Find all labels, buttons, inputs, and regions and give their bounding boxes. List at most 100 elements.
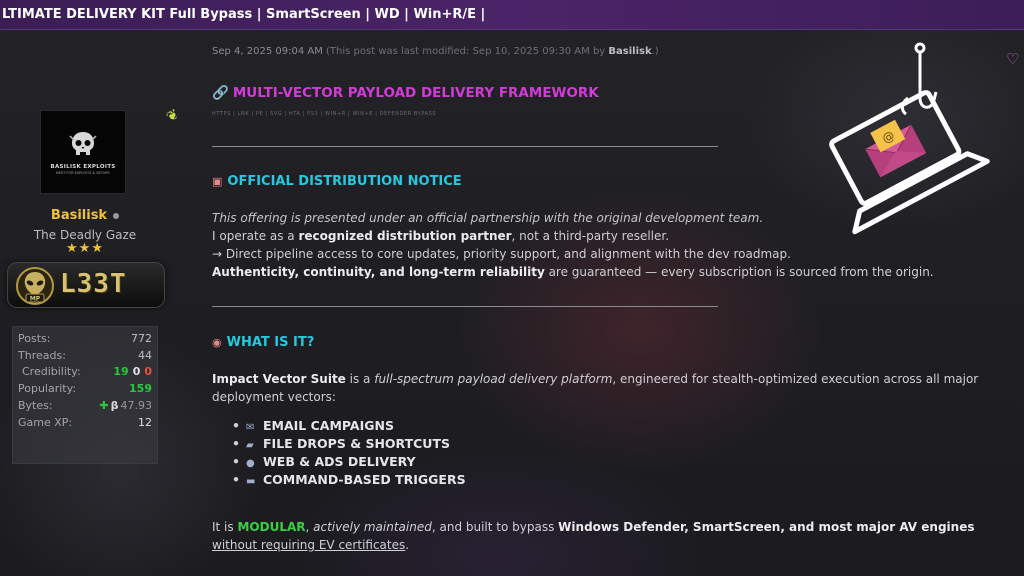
credibility-negative[interactable]: 0 (144, 365, 152, 378)
stat-label: Threads: (18, 348, 66, 362)
avatar[interactable]: BASILISK EXPLOITS BEST FOR EXPLOITS & SE… (40, 110, 126, 194)
what-line-1: Impact Vector Suite is a full-spectrum p… (212, 372, 978, 386)
dist-line-2: I operate as a recognized distribution p… (212, 229, 669, 243)
folder-icon: ▰ (246, 440, 254, 451)
link-icon: 🔗 (212, 85, 229, 101)
product-name: Impact Vector Suite (212, 372, 346, 386)
text: , and built to bypass (431, 520, 559, 534)
text: I operate as a (212, 229, 299, 243)
brain-icon: ◉ (212, 336, 222, 349)
stat-gamexp[interactable]: Game XP: 12 (18, 414, 152, 431)
vector-list: • ✉ EMAIL CAMPAIGNS • ▰ FILE DROPS & SHORTCU… (232, 418, 466, 490)
email-icon: ✉ (246, 422, 255, 433)
list-item: • ▬ COMMAND-BASED TRIGGERS (232, 472, 466, 490)
what-is-it-heading: ◉ WHAT IS IT? (212, 335, 314, 350)
username[interactable]: Basilisk (0, 208, 170, 223)
edit-user[interactable]: Basilisk (608, 46, 651, 57)
post-meta: Sep 4, 2025 09:04 AM (This post was last… (212, 46, 659, 57)
alien-icon: MP (16, 267, 54, 305)
post-date[interactable]: Sep 4, 2025 09:04 AM (212, 46, 323, 57)
user-stats: Posts: 772 Threads: 44 Credibility: 19 0 0… (12, 326, 158, 464)
text: , not a third-party reseller. (511, 229, 670, 243)
stat-value[interactable]: 159 (129, 382, 152, 395)
leaf-icon: ❦ (163, 106, 182, 126)
stat-posts[interactable]: Posts: 772 (18, 330, 152, 347)
rank-badge: MP L33T (7, 262, 165, 308)
text-bold: Authenticity, continuity, and long-term … (212, 265, 545, 279)
dist-line-4: Authenticity, continuity, and long-term … (212, 265, 934, 279)
closing-line-1: It is MODULAR, actively maintained, and … (212, 520, 974, 534)
skull-icon (69, 131, 97, 155)
post-heading-text: MULTI-VECTOR PAYLOAD DELIVERY FRAMEWORK (232, 85, 599, 101)
online-status-icon (113, 212, 120, 219)
credibility-positive[interactable]: 19 (113, 365, 128, 378)
text-italic: actively maintained (313, 520, 432, 534)
stat-label: Game XP: (18, 415, 73, 429)
distribution-heading-text: OFFICIAL DISTRIBUTION NOTICE (227, 174, 462, 189)
edit-suffix: .) (651, 46, 659, 57)
divider (212, 306, 718, 307)
dist-line-1: This offering is presented under an offi… (212, 211, 763, 225)
bullet-icon: • (232, 436, 240, 451)
divider (212, 146, 718, 147)
bullet-icon: • (232, 454, 240, 469)
user-panel: ❦ BASILISK EXPLOITS BEST FOR EXPLOITS & … (0, 30, 200, 576)
list-item-label: EMAIL CAMPAIGNS (263, 418, 394, 433)
keyboard-icon: ▬ (246, 476, 256, 487)
text: is a (345, 372, 375, 386)
bullet-icon: • (232, 418, 240, 433)
stat-label: Popularity: (18, 382, 77, 396)
laptop-email-phishing-icon: @ (829, 42, 990, 235)
dist-line-3: → Direct pipeline access to core updates… (212, 247, 791, 261)
text: are guaranteed — every subscription is s… (544, 265, 934, 279)
stat-popularity[interactable]: Popularity: 159 (18, 380, 152, 397)
rank-badge-sub: MP (30, 296, 41, 303)
modular-highlight: MODULAR (237, 520, 306, 534)
text: , (305, 520, 314, 534)
text-underlined: without requiring EV certificates (212, 538, 406, 552)
list-item: • ✉ EMAIL CAMPAIGNS (232, 418, 466, 436)
globe-icon: ● (246, 458, 255, 469)
list-item: • ● WEB & ADS DELIVERY (232, 454, 466, 472)
rank-badge-text: L33T (60, 269, 127, 299)
avatar-subtitle: BEST FOR EXPLOITS & SETUPS (56, 170, 110, 175)
bytes-value[interactable]: 47.93 (121, 399, 153, 412)
stat-label: Posts: (18, 331, 51, 345)
stat-value: 19 0 0 (109, 365, 152, 378)
rank-stars: ★★★ (66, 241, 104, 256)
list-item: • ▰ FILE DROPS & SHORTCUTS (232, 436, 466, 454)
stat-value[interactable]: 772 (131, 332, 152, 345)
dist-line-1-text: This offering is presented under an offi… (212, 211, 764, 225)
stat-value[interactable]: 44 (138, 349, 152, 362)
post-heading: 🔗 MULTI-VECTOR PAYLOAD DELIVERY FRAMEWORK (212, 85, 599, 101)
username-text[interactable]: Basilisk (51, 208, 107, 223)
credibility-neutral[interactable]: 0 (133, 365, 141, 378)
stat-credibility[interactable]: Credibility: 19 0 0 (18, 364, 152, 381)
text: , engineered for stealth-optimized execu… (612, 372, 979, 386)
bytes-icon: ✚ (99, 399, 109, 413)
distribution-heading: ▣ OFFICIAL DISTRIBUTION NOTICE (212, 174, 462, 189)
thread-title: LTIMATE DELIVERY KIT Full Bypass | Smart… (0, 0, 1024, 30)
text-italic: full-spectrum payload delivery platform (374, 372, 613, 386)
stat-label: Credibility: (22, 365, 81, 379)
text: . (405, 538, 410, 552)
bullet-icon: • (232, 472, 240, 487)
heart-icon[interactable]: ♡ (1006, 50, 1019, 68)
text: It is (212, 520, 238, 534)
stat-threads[interactable]: Threads: 44 (18, 347, 152, 364)
stat-bytes[interactable]: Bytes: ✚ β 47.93 (18, 397, 152, 414)
stat-value[interactable]: 12 (138, 416, 152, 429)
list-item-label: FILE DROPS & SHORTCUTS (263, 436, 450, 451)
what-line-2: deployment vectors: (212, 390, 336, 404)
post-subtags: HTTPS | LNK | PE | SVG | HTA | PS1 | WIN… (212, 111, 437, 117)
stat-value: ✚ β 47.93 (99, 399, 152, 412)
text-bold: recognized distribution partner (298, 229, 512, 243)
what-is-it-heading-text: WHAT IS IT? (226, 335, 315, 350)
list-item-label: COMMAND-BASED TRIGGERS (263, 472, 466, 487)
bytes-symbol: β (110, 399, 119, 413)
closing-line-2: without requiring EV certificates. (212, 538, 409, 552)
list-item-label: WEB & ADS DELIVERY (263, 454, 416, 469)
stat-label: Bytes: (18, 399, 53, 413)
avatar-brand: BASILISK EXPLOITS (50, 163, 116, 170)
text-bold: Windows Defender, SmartScreen, and most … (558, 520, 975, 534)
